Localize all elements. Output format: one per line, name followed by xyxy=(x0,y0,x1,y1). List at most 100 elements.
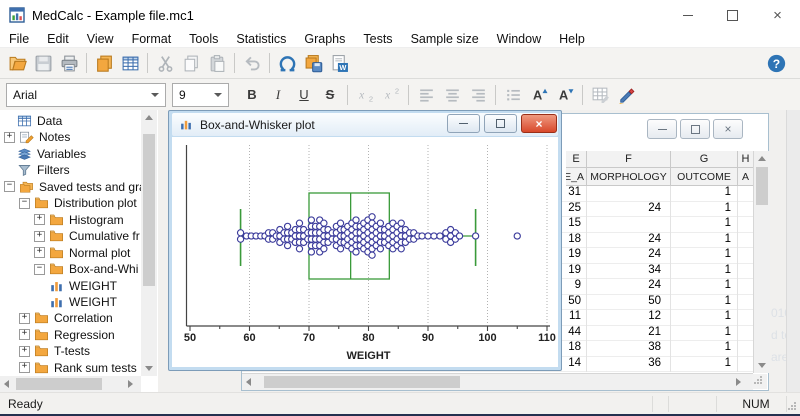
underline-button[interactable]: U xyxy=(291,83,317,107)
refresh-icon[interactable] xyxy=(274,51,300,75)
align-center-button[interactable] xyxy=(439,83,465,107)
table-cell[interactable]: 1 xyxy=(671,217,731,232)
spreadsheet-horizontal-scrollbar[interactable] xyxy=(242,373,753,390)
table-cell[interactable]: 1 xyxy=(671,295,731,310)
table-cell[interactable]: 1 xyxy=(671,357,731,372)
menu-edit[interactable]: Edit xyxy=(38,32,78,46)
table-cell[interactable]: 12 xyxy=(587,310,661,325)
table-cell[interactable]: 24 xyxy=(587,202,661,217)
table-cell[interactable]: 24 xyxy=(587,279,661,294)
font-increase-button[interactable]: A xyxy=(526,83,552,107)
cut-icon[interactable] xyxy=(152,51,178,75)
box-whisker-plot-window[interactable]: Box-and-Whisker plot × 50 60 70 80 90 100 110 W… xyxy=(168,110,562,371)
restore-button[interactable] xyxy=(484,114,517,133)
table-cell[interactable]: 1 xyxy=(671,279,731,294)
print-icon[interactable] xyxy=(56,51,82,75)
save-all-icon[interactable] xyxy=(300,51,326,75)
font-decrease-button[interactable]: A xyxy=(552,83,578,107)
tree-item-histogram[interactable]: + Histogram xyxy=(34,212,141,228)
menu-help[interactable]: Help xyxy=(550,32,594,46)
tree-item-regression[interactable]: + Regression xyxy=(19,327,141,343)
resize-grip-icon[interactable] xyxy=(786,401,798,413)
close-button[interactable]: × xyxy=(755,0,800,30)
data-grid-icon[interactable] xyxy=(117,51,143,75)
table-cell[interactable]: 21 xyxy=(587,326,661,341)
table-cell[interactable]: 1 xyxy=(671,186,731,201)
table-cell[interactable]: 1 xyxy=(671,310,731,325)
table-cell[interactable]: 1 xyxy=(671,341,731,356)
table-cell[interactable]: 1 xyxy=(671,326,731,341)
minimize-button[interactable] xyxy=(665,0,710,30)
tree-item-data[interactable]: Data xyxy=(4,113,141,129)
menu-sample-size[interactable]: Sample size xyxy=(402,32,488,46)
tree-item-box-and-whi[interactable]: − Box-and-Whi xyxy=(34,261,141,277)
bullet-list-button[interactable] xyxy=(500,83,526,107)
close-button[interactable]: × xyxy=(713,119,743,139)
collapse-toggle-icon[interactable]: − xyxy=(19,197,30,209)
menu-view[interactable]: View xyxy=(78,32,123,46)
table-cell[interactable]: 1 xyxy=(671,248,731,263)
minimize-button[interactable] xyxy=(647,119,677,139)
expand-toggle-icon[interactable]: + xyxy=(19,329,30,341)
expand-toggle-icon[interactable]: + xyxy=(19,362,30,374)
column-header-G[interactable]: G xyxy=(671,151,738,168)
column-header-H[interactable]: H xyxy=(738,151,754,168)
tree-item-t-tests[interactable]: + T-tests xyxy=(19,343,141,359)
collapse-toggle-icon[interactable]: − xyxy=(34,263,45,275)
tree-item-weight[interactable]: WEIGHT xyxy=(49,278,141,294)
export-word-icon[interactable]: W xyxy=(326,51,352,75)
menu-statistics[interactable]: Statistics xyxy=(227,32,295,46)
table-cell[interactable]: 1 xyxy=(671,264,731,279)
open-file-icon[interactable] xyxy=(4,51,30,75)
format-painter-button[interactable] xyxy=(613,83,639,107)
align-right-button[interactable] xyxy=(465,83,491,107)
table-cell[interactable]: 24 xyxy=(587,248,661,263)
strikethrough-button[interactable]: S xyxy=(317,83,343,107)
menu-tests[interactable]: Tests xyxy=(354,32,401,46)
undo-icon[interactable] xyxy=(239,51,265,75)
expand-toggle-icon[interactable]: + xyxy=(4,131,15,143)
tree-item-variables[interactable]: Variables xyxy=(4,146,141,162)
tree-item-filters[interactable]: Filters xyxy=(4,162,141,178)
expand-toggle-icon[interactable]: + xyxy=(34,230,45,242)
column-header-F[interactable]: F xyxy=(587,151,671,168)
close-button[interactable]: × xyxy=(521,114,557,133)
bold-button[interactable]: B xyxy=(239,83,265,107)
spreadsheet-vertical-scrollbar[interactable] xyxy=(753,151,770,373)
copy-page-icon[interactable] xyxy=(91,51,117,75)
menu-graphs[interactable]: Graphs xyxy=(295,32,354,46)
menu-tools[interactable]: Tools xyxy=(180,32,227,46)
resize-grip-icon[interactable] xyxy=(752,374,767,389)
menu-file[interactable]: File xyxy=(0,32,38,46)
font-size-select[interactable]: 9 xyxy=(172,82,229,107)
table-cell[interactable]: 24 xyxy=(587,233,661,248)
sidebar-horizontal-scrollbar[interactable] xyxy=(0,376,141,392)
help-icon[interactable]: ? xyxy=(764,51,788,75)
maximize-button[interactable] xyxy=(710,0,755,30)
expand-toggle-icon[interactable]: + xyxy=(34,247,45,259)
tree-item-notes[interactable]: + Notes xyxy=(4,129,141,145)
font-name-select[interactable]: Arial xyxy=(6,82,166,107)
expand-toggle-icon[interactable]: + xyxy=(19,345,30,357)
expand-toggle-icon[interactable]: + xyxy=(34,214,45,226)
expand-toggle-icon[interactable]: + xyxy=(19,312,30,324)
superscript-button[interactable]: x2 xyxy=(378,83,404,107)
tree-item-distribution-plot[interactable]: − Distribution plot xyxy=(19,195,141,211)
paste-icon[interactable] xyxy=(204,51,230,75)
tree-item-normal-plot[interactable]: + Normal plot xyxy=(34,245,141,261)
sidebar-vertical-scrollbar[interactable] xyxy=(141,110,157,376)
restore-button[interactable] xyxy=(680,119,710,139)
table-properties-button[interactable] xyxy=(587,83,613,107)
column-header-E[interactable]: E xyxy=(566,151,587,168)
copy-icon[interactable] xyxy=(178,51,204,75)
table-cell[interactable]: 36 xyxy=(587,357,661,372)
tree-item-weight[interactable]: WEIGHT xyxy=(49,294,141,310)
menu-format[interactable]: Format xyxy=(123,32,181,46)
tree-item-rank-sum-tests[interactable]: + Rank sum tests xyxy=(19,360,141,376)
table-cell[interactable]: 50 xyxy=(587,295,661,310)
tree-item-correlation[interactable]: + Correlation xyxy=(19,310,141,326)
minimize-button[interactable] xyxy=(447,114,480,133)
table-cell[interactable]: 1 xyxy=(671,233,731,248)
align-left-button[interactable] xyxy=(413,83,439,107)
save-icon[interactable] xyxy=(30,51,56,75)
